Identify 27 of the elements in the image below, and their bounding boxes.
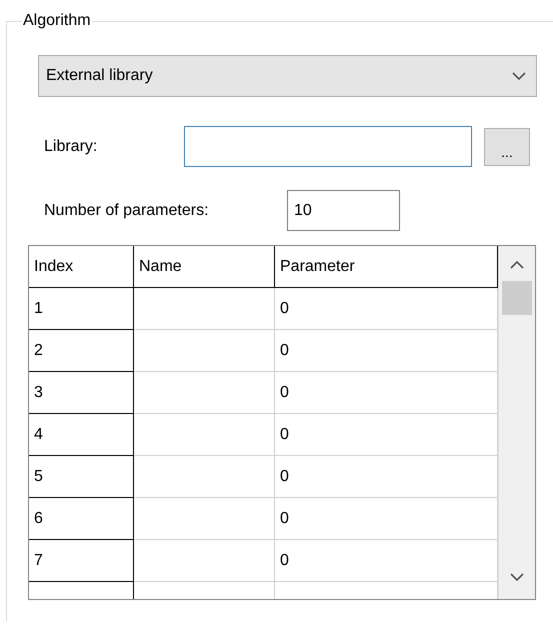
browse-button[interactable]: ...: [484, 128, 530, 166]
parameter-count-field[interactable]: 10: [287, 190, 400, 231]
scroll-down-icon[interactable]: [510, 573, 524, 581]
scroll-thumb[interactable]: [502, 281, 532, 315]
library-label: Library:: [43, 136, 98, 156]
table-cell[interactable]: [134, 540, 275, 582]
chevron-down-icon: [512, 72, 526, 80]
table-cell[interactable]: [134, 414, 275, 456]
row-header[interactable]: 2: [29, 330, 134, 372]
row-header[interactable]: 6: [29, 498, 134, 540]
row-header[interactable]: 4: [29, 414, 134, 456]
row-header[interactable]: 3: [29, 372, 134, 414]
column-header[interactable]: Index: [29, 246, 134, 288]
table-cell[interactable]: [134, 498, 275, 540]
row-header[interactable]: 5: [29, 456, 134, 498]
scroll-up-icon[interactable]: [510, 261, 524, 269]
table-cell[interactable]: [134, 330, 275, 372]
column-header[interactable]: Name: [134, 246, 275, 288]
row-header[interactable]: 1: [29, 288, 134, 330]
scrollbar[interactable]: [498, 246, 535, 599]
table-cell[interactable]: [134, 456, 275, 498]
table-cell[interactable]: [134, 372, 275, 414]
library-field[interactable]: [184, 126, 472, 167]
table-cell[interactable]: [134, 288, 275, 330]
row-header[interactable]: 7: [29, 540, 134, 582]
algorithm-dropdown[interactable]: External library: [38, 55, 537, 97]
parameter-count-label: Number of parameters:: [43, 200, 210, 220]
